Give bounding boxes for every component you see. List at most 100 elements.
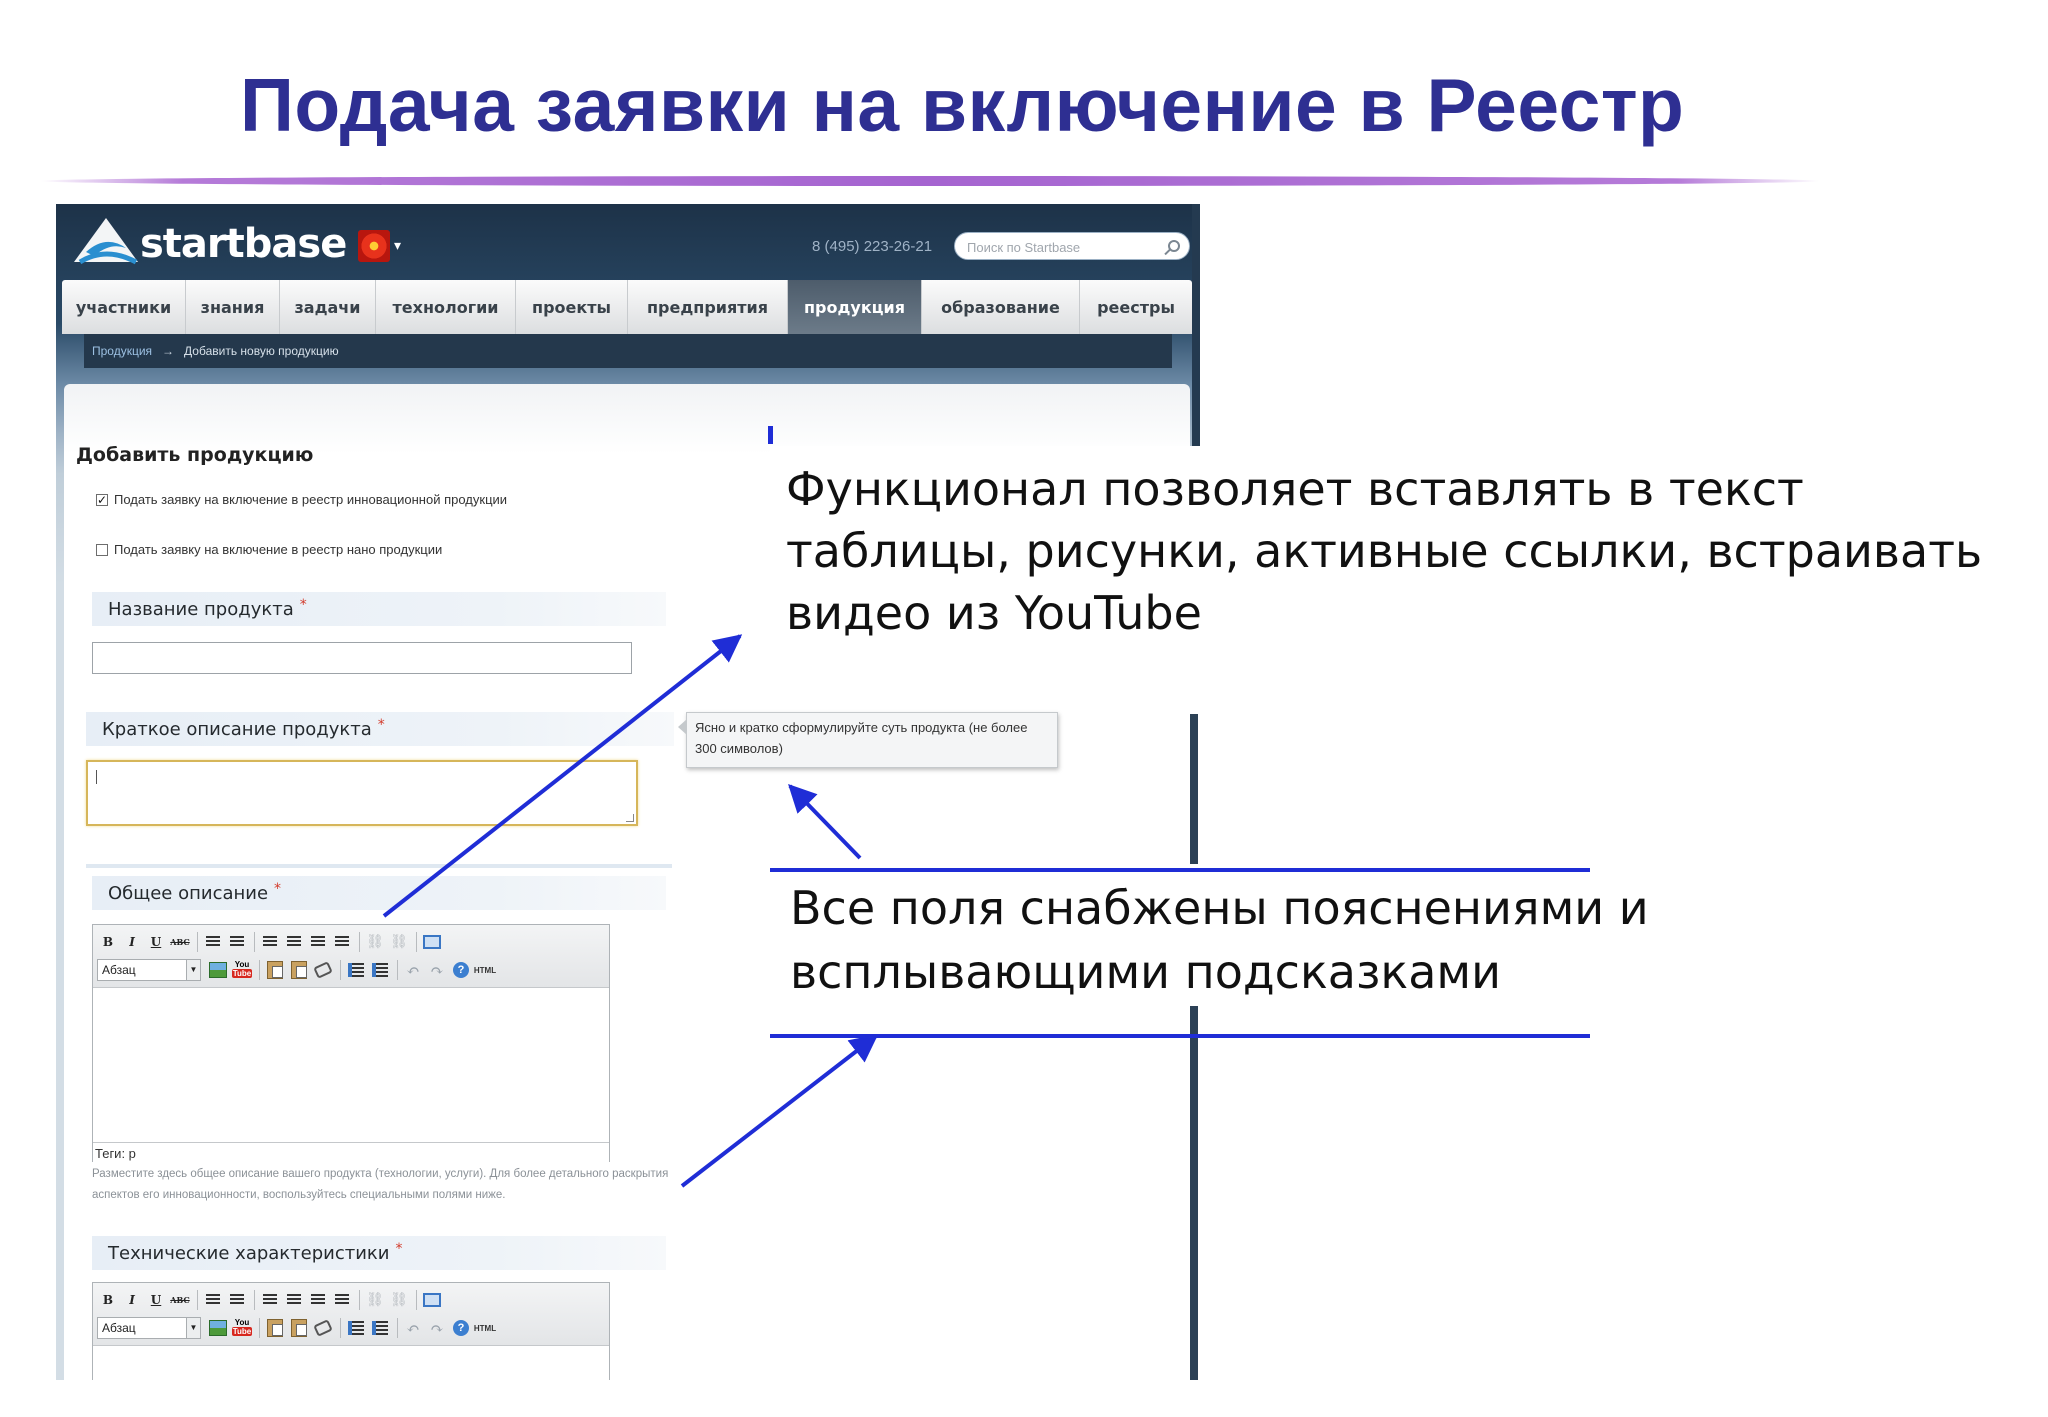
required-mark: * (395, 1241, 403, 1257)
align-justify-button[interactable] (331, 931, 353, 953)
nav-item-projects[interactable]: проекты (516, 280, 628, 334)
nav-item-knowledge[interactable]: знания (186, 280, 280, 334)
align-left-button[interactable] (259, 1289, 281, 1311)
youtube-icon-you: You (234, 960, 250, 969)
numbered-list-icon (230, 936, 244, 948)
redo-icon[interactable]: ↷ (426, 959, 448, 981)
help-button[interactable]: ? (450, 1317, 472, 1339)
breadcrumb: Продукция → Добавить новую продукцию (84, 334, 1172, 368)
product-name-input[interactable] (92, 642, 632, 674)
nav-item-tasks[interactable]: задачи (280, 280, 376, 334)
nav-item-participants[interactable]: участники (62, 280, 186, 334)
bold-button[interactable]: B (97, 1289, 119, 1311)
numbered-list-button[interactable] (226, 1289, 248, 1311)
format-select[interactable]: Абзац ▼ (97, 1317, 201, 1339)
numbered-list-icon (230, 1294, 244, 1306)
image-icon (209, 1320, 227, 1336)
main-nav: участники знания задачи технологии проек… (62, 280, 1192, 334)
remove-format-button[interactable] (312, 959, 334, 981)
outdent-button[interactable] (345, 1317, 367, 1339)
html-source-button[interactable]: HTML (474, 1317, 496, 1339)
eraser-icon (313, 961, 333, 979)
search-box[interactable] (954, 232, 1190, 260)
undo-icon[interactable]: ↶ (402, 959, 424, 981)
redo-icon[interactable]: ↷ (426, 1317, 448, 1339)
format-select-value: Абзац (102, 1321, 136, 1335)
italic-button[interactable]: I (121, 1289, 143, 1311)
checkbox-row-innovation[interactable]: ✓ Подать заявку на включение в реестр ин… (96, 492, 507, 507)
tech-specs-editor[interactable]: B I U ABC ⛓ ⛓ Абзац ▼ You Tube ↶ ↷ ? HTM… (92, 1282, 610, 1392)
insert-youtube-button[interactable]: You Tube (231, 1317, 253, 1339)
resize-handle-icon[interactable] (626, 814, 634, 822)
align-right-icon (311, 1294, 325, 1306)
editor-body[interactable] (93, 988, 609, 1142)
bullet-list-button[interactable] (202, 931, 224, 953)
fullscreen-button[interactable] (421, 1289, 443, 1311)
paste-word-button[interactable] (288, 959, 310, 981)
undo-icon[interactable]: ↶ (402, 1317, 424, 1339)
insert-image-button[interactable] (207, 959, 229, 981)
editor-status-path: Теги: p (93, 1142, 609, 1164)
strikethrough-button[interactable]: ABC (169, 1289, 191, 1311)
callout-marker (768, 426, 773, 444)
underline-button[interactable]: U (145, 931, 167, 953)
eraser-icon (313, 1319, 333, 1337)
breadcrumb-products-link[interactable]: Продукция (92, 344, 152, 358)
paste-button[interactable] (264, 1317, 286, 1339)
paste-word-button[interactable] (288, 1317, 310, 1339)
underline-button[interactable]: U (145, 1289, 167, 1311)
format-select[interactable]: Абзац ▼ (97, 959, 201, 981)
nav-item-registries[interactable]: реестры (1080, 280, 1192, 334)
indent-icon (372, 963, 388, 977)
general-description-help: Разместите здесь общее описание вашего п… (92, 1168, 669, 1201)
logo-text[interactable]: startbase (140, 221, 347, 267)
align-justify-button[interactable] (331, 1289, 353, 1311)
bullet-list-button[interactable] (202, 1289, 224, 1311)
checkbox-row-nano[interactable]: Подать заявку на включение в реестр нано… (96, 542, 442, 557)
unlink-icon[interactable]: ⛓ (388, 1289, 410, 1311)
short-description-tooltip: Ясно и кратко сформулируйте суть продукт… (678, 712, 1058, 768)
indent-button[interactable] (369, 959, 391, 981)
toolbar-separator (359, 932, 360, 952)
remove-format-button[interactable] (312, 1317, 334, 1339)
bold-button[interactable]: B (97, 931, 119, 953)
region-flag-icon[interactable] (358, 230, 390, 262)
align-center-button[interactable] (283, 1289, 305, 1311)
innovation-checkbox[interactable]: ✓ (96, 493, 108, 506)
insert-image-button[interactable] (207, 1317, 229, 1339)
italic-button[interactable]: I (121, 931, 143, 953)
nav-item-technologies[interactable]: технологии (376, 280, 516, 334)
link-icon[interactable]: ⛓ (364, 931, 386, 953)
outdent-button[interactable] (345, 959, 367, 981)
unlink-icon[interactable]: ⛓ (388, 931, 410, 953)
chevron-down-icon[interactable]: ▾ (394, 238, 401, 254)
nav-item-products[interactable]: продукция (788, 280, 922, 334)
numbered-list-button[interactable] (226, 931, 248, 953)
strikethrough-button[interactable]: ABC (169, 931, 191, 953)
insert-youtube-button[interactable]: You Tube (231, 959, 253, 981)
nano-checkbox[interactable] (96, 543, 108, 556)
help-button[interactable]: ? (450, 959, 472, 981)
nav-item-education[interactable]: образование (922, 280, 1080, 334)
align-right-button[interactable] (307, 1289, 329, 1311)
toolbar-separator (416, 932, 417, 952)
align-left-button[interactable] (259, 931, 281, 953)
toolbar-separator (416, 1290, 417, 1310)
search-icon[interactable] (1168, 240, 1180, 252)
general-description-editor[interactable]: B I U ABC ⛓ ⛓ Абзац ▼ You Tube ↶ ↷ ? HTM… (92, 924, 610, 1164)
indent-button[interactable] (369, 1317, 391, 1339)
youtube-icon-tube: Tube (232, 1327, 252, 1336)
search-input[interactable] (967, 238, 1157, 256)
short-description-textarea[interactable] (86, 760, 638, 826)
paste-button[interactable] (264, 959, 286, 981)
breadcrumb-current: Добавить новую продукцию (184, 344, 339, 358)
align-center-button[interactable] (283, 931, 305, 953)
product-name-label-text: Название продукта (108, 598, 294, 620)
html-source-button[interactable]: HTML (474, 959, 496, 981)
align-right-button[interactable] (307, 931, 329, 953)
fullscreen-button[interactable] (421, 931, 443, 953)
link-icon[interactable]: ⛓ (364, 1289, 386, 1311)
outdent-icon (348, 1321, 364, 1335)
nav-item-enterprises[interactable]: предприятия (628, 280, 788, 334)
general-description-label-text: Общее описание (108, 882, 269, 904)
